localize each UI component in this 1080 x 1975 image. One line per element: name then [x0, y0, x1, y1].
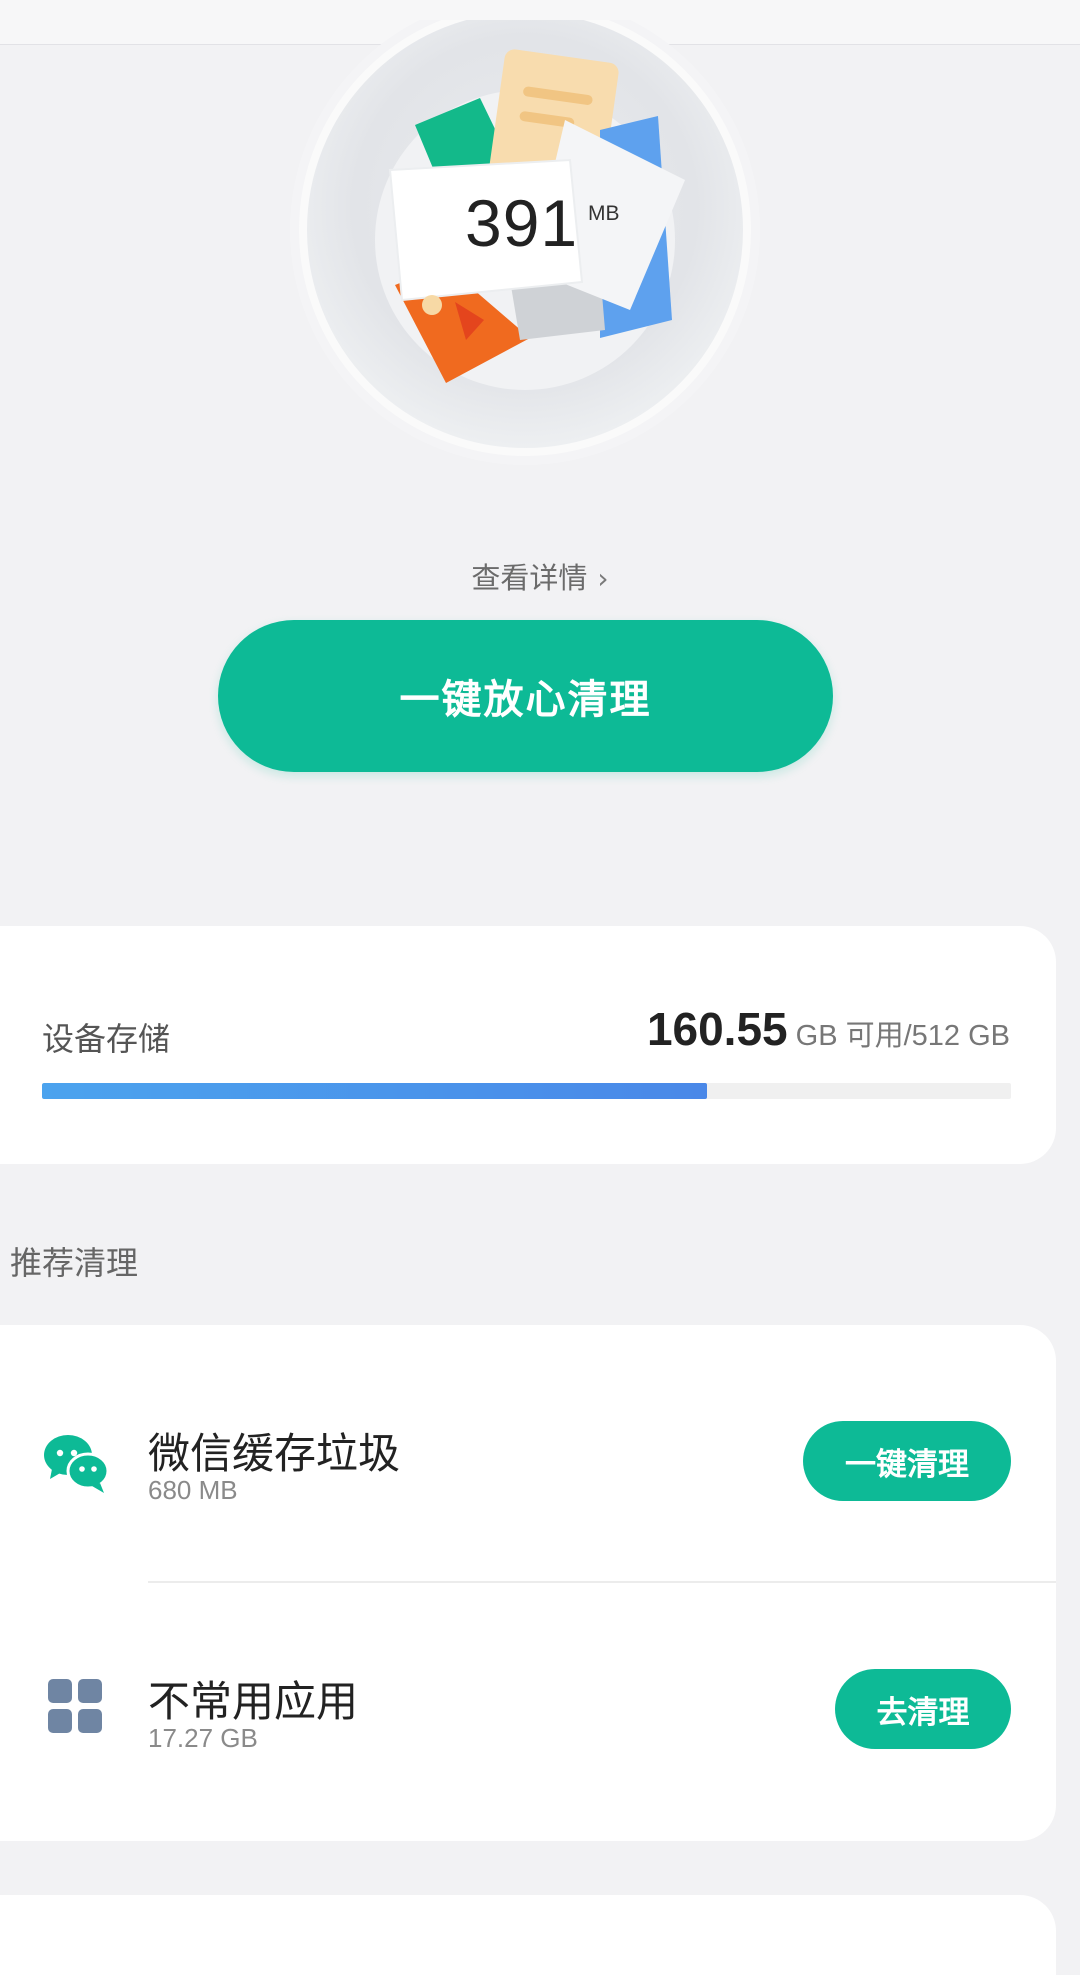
- storage-available-number: 160.55: [646, 1003, 788, 1055]
- wechat-cache-size: 680 MB: [148, 1475, 238, 1505]
- junk-size-unit: MB: [588, 202, 620, 225]
- storage-progress-bar: [42, 1083, 1011, 1099]
- device-storage-card[interactable]: 设备存储 160.55 GB 可用/512 GB: [0, 926, 1056, 1164]
- wechat-icon: [44, 1435, 110, 1493]
- recommend-card: 微信缓存垃圾 680 MB 一键清理 不常用应用 17.27 GB 去清理: [0, 1325, 1056, 1841]
- view-details-label: 查看详情: [471, 561, 588, 595]
- next-card: [0, 1895, 1056, 1975]
- storage-progress-fill: [42, 1083, 707, 1099]
- go-clean-apps-button[interactable]: 去清理: [835, 1669, 1011, 1749]
- wechat-cache-title: 微信缓存垃圾: [148, 1429, 401, 1478]
- list-item-wechat-cache[interactable]: 微信缓存垃圾 680 MB 一键清理: [0, 1325, 1056, 1571]
- storage-available-suffix: GB 可用/512 GB: [795, 1020, 1010, 1052]
- device-storage-label: 设备存储: [42, 1020, 171, 1058]
- list-item-unused-apps[interactable]: 不常用应用 17.27 GB 去清理: [0, 1583, 1056, 1829]
- one-click-clean-button[interactable]: 一键放心清理: [218, 620, 833, 772]
- junk-size-illustration: 391 MB: [270, 20, 770, 490]
- chevron-right-icon: ›: [597, 562, 609, 595]
- storage-available-value: 160.55 GB 可用/512 GB: [647, 1002, 1010, 1056]
- apps-grid-icon: [48, 1679, 102, 1733]
- unused-apps-title: 不常用应用: [148, 1677, 359, 1726]
- recommend-section-title: 推荐清理: [10, 1244, 139, 1282]
- unused-apps-size: 17.27 GB: [148, 1723, 258, 1753]
- one-click-clean-wechat-button[interactable]: 一键清理: [803, 1421, 1011, 1501]
- view-details-link[interactable]: 查看详情 ›: [0, 555, 1080, 597]
